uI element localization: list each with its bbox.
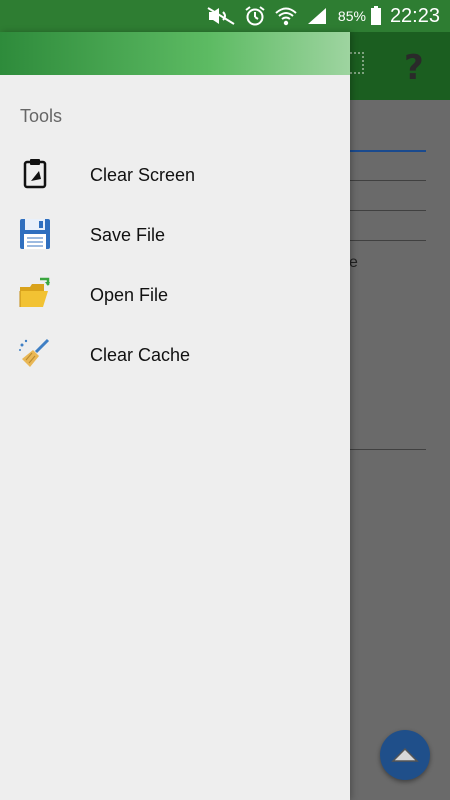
mute-icon [207,7,235,25]
folder-open-icon [18,277,52,311]
wifi-icon [275,7,297,26]
menu-item-open-file[interactable]: Open File [0,265,350,325]
battery-percent: 85% [337,8,366,24]
clipboard-icon [18,157,52,191]
menu-item-label: Open File [90,284,169,305]
menu-item-save-file[interactable]: Save File [0,205,350,265]
scroll-up-button[interactable] [380,730,430,780]
app-divider [350,150,426,152]
menu-item-clear-screen[interactable]: Clear Screen [0,145,350,205]
battery-icon [370,6,381,25]
menu-item-label: Clear Screen [90,164,196,185]
app-divider [350,180,426,181]
app-divider [350,240,426,241]
app-divider [350,210,426,211]
app-divider [350,449,426,450]
menu-item-clear-cache[interactable]: Clear Cache [0,325,350,385]
status-icons [206,5,328,27]
help-icon[interactable]: ? [404,48,424,88]
section-title-tools: Tools [20,106,63,126]
chevron-up-icon [391,747,419,762]
app-partial-text: e [349,254,358,271]
menu-item-label: Clear Cache [90,344,191,365]
menu-item-label: Save File [90,224,166,245]
floppy-disk-icon [18,217,52,251]
status-bar: 85% 22:23 [0,0,450,32]
alarm-icon [245,6,265,26]
navigation-drawer: Tools Clear Screen Save File Open File C… [0,32,350,800]
signal-icon [307,8,326,24]
drawer-header [0,32,350,75]
broom-icon [18,337,52,371]
status-clock: 22:23 [389,4,440,27]
